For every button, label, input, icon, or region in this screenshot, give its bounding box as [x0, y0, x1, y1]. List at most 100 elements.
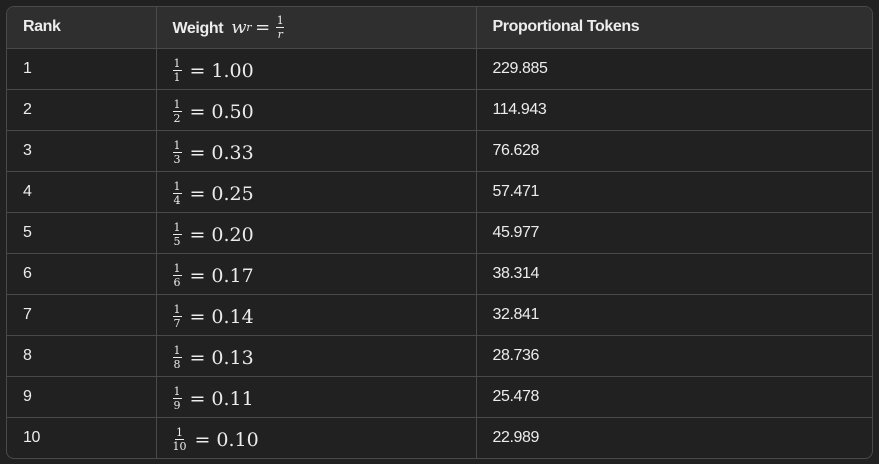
tokens-cell: 76.628 — [476, 130, 872, 172]
rank-cell: 1 — [7, 48, 157, 90]
equals-sign: = — [189, 59, 206, 82]
equals-sign: = — [189, 346, 206, 369]
weight-formula: 1 6 = 0.17 — [172, 262, 254, 289]
weight-formula: 1 2 = 0.50 — [172, 98, 254, 125]
fraction-numerator: 1 — [172, 385, 182, 399]
header-rank: Rank — [7, 7, 157, 49]
weight-cell: 1 1 = 1.00 — [156, 48, 477, 90]
weight-value: 0.33 — [211, 141, 254, 164]
tokens-cell: 38.314 — [476, 253, 872, 295]
fraction-numerator: 1 — [172, 262, 182, 276]
weight-value: 1.00 — [211, 59, 254, 82]
weight-symbol: w — [231, 16, 247, 38]
table-container: Rank Weight wr = 1 r Proportional Tokens — [6, 6, 873, 459]
rank-cell: 2 — [7, 89, 157, 131]
header-fraction-denominator: r — [277, 27, 283, 41]
rank-cell: 6 — [7, 253, 157, 295]
weight-formula: 1 7 = 0.14 — [172, 303, 254, 330]
table-row: 9 1 9 = 0.11 25.478 — [7, 376, 872, 418]
tokens-cell: 22.989 — [492, 428, 540, 446]
tokens-cell: 57.471 — [476, 171, 872, 213]
weight-subscript: r — [246, 20, 252, 34]
weight-formula: 1 5 = 0.20 — [172, 221, 254, 248]
weight-fraction: 1 4 — [172, 180, 182, 207]
equals-sign: = — [189, 141, 206, 164]
fraction-numerator: 1 — [172, 180, 182, 194]
tokens-cell: 25.478 — [476, 376, 872, 418]
tokens-cell: 114.943 — [476, 89, 872, 131]
fraction-denominator: 2 — [173, 112, 181, 125]
weight-cell: 1 7 = 0.14 — [156, 294, 477, 336]
fraction-denominator: 3 — [173, 153, 181, 166]
equals-sign: = — [189, 387, 206, 410]
fraction-numerator: 1 — [172, 344, 182, 358]
header-fraction: 1 r — [275, 13, 285, 41]
weight-cell: 1 8 = 0.13 — [156, 335, 477, 377]
weight-value: 0.50 — [211, 100, 254, 123]
fraction-numerator: 1 — [172, 98, 182, 112]
equals-sign: = — [189, 182, 206, 205]
weight-value: 0.17 — [211, 264, 254, 287]
equals-sign: = — [189, 305, 206, 328]
table-row: 7 1 7 = 0.14 32.841 — [7, 294, 872, 336]
tokens-cell: 45.977 — [476, 212, 872, 254]
weight-formula: 1 8 = 0.13 — [172, 344, 254, 371]
fraction-denominator: 7 — [173, 317, 181, 330]
fraction-denominator: 8 — [173, 358, 181, 371]
equals-sign: = — [194, 428, 211, 451]
header-fraction-numerator: 1 — [275, 13, 285, 28]
weight-cell: 1 4 = 0.25 — [156, 171, 477, 213]
fraction-numerator: 1 — [175, 426, 184, 441]
weight-value: 0.10 — [216, 428, 259, 451]
weight-fraction: 1 5 — [172, 221, 182, 248]
table-row: 4 1 4 = 0.25 57.471 — [7, 171, 872, 213]
weight-cell: 1 10 = 0.10 — [156, 417, 477, 458]
weight-value: 0.13 — [211, 346, 254, 369]
equals-sign: = — [189, 223, 206, 246]
weight-value: 0.20 — [211, 223, 254, 246]
header-tokens: Proportional Tokens — [476, 7, 872, 49]
rank-cell: 3 — [7, 130, 157, 172]
fraction-numerator: 1 — [172, 221, 182, 235]
data-table: Rank Weight wr = 1 r Proportional Tokens — [7, 7, 872, 458]
weight-value: 0.25 — [211, 182, 254, 205]
tokens-cell: 229.885 — [476, 48, 872, 90]
fraction-denominator: 6 — [173, 276, 181, 289]
weight-cell: 1 5 = 0.20 — [156, 212, 477, 254]
fraction-denominator: 10 — [172, 440, 187, 454]
weight-cell: 1 3 = 0.33 — [156, 130, 477, 172]
table-row: 10 1 10 = 0.10 22.989 — [7, 417, 872, 458]
weight-fraction: 1 1 — [172, 58, 182, 83]
rank-cell: 5 — [7, 212, 157, 254]
rank-cell: 4 — [7, 171, 157, 213]
weight-formula: 1 4 = 0.25 — [172, 180, 254, 207]
header-row: Rank Weight wr = 1 r Proportional Tokens — [7, 7, 872, 49]
fraction-denominator: 9 — [173, 399, 181, 412]
rank-cell: 8 — [7, 335, 157, 377]
header-weight-label: Weight — [172, 19, 224, 37]
weight-cell: 1 2 = 0.50 — [156, 89, 477, 131]
tokens-cell: 28.736 — [476, 335, 872, 377]
weight-fraction: 1 10 — [173, 427, 187, 452]
fraction-denominator: 5 — [173, 235, 181, 248]
table-row: 2 1 2 = 0.50 114.943 — [7, 89, 872, 131]
fraction-denominator: 4 — [173, 194, 181, 207]
weight-fraction: 1 8 — [172, 344, 182, 371]
weight-cell: 1 6 = 0.17 — [156, 253, 477, 295]
rank-cell: 9 — [7, 376, 157, 418]
table-row: 1 1 1 = 1.00 229.885 — [7, 48, 872, 90]
weight-fraction: 1 2 — [172, 98, 182, 125]
table-row: 3 1 3 = 0.33 76.628 — [7, 130, 872, 172]
weight-value: 0.14 — [211, 305, 254, 328]
weight-fraction: 1 6 — [172, 262, 182, 289]
fraction-numerator: 1 — [172, 303, 182, 317]
table-row: 5 1 5 = 0.20 45.977 — [7, 212, 872, 254]
weight-fraction: 1 7 — [172, 303, 182, 330]
table-row: 6 1 6 = 0.17 38.314 — [7, 253, 872, 295]
weight-cell: 1 9 = 0.11 — [156, 376, 477, 418]
rank-cell: 10 — [7, 417, 157, 458]
weight-formula: 1 3 = 0.33 — [172, 139, 254, 166]
table-header: Rank Weight wr = 1 r Proportional Tokens — [7, 7, 872, 49]
fraction-numerator: 1 — [172, 139, 182, 153]
tokens-cell: 32.841 — [476, 294, 872, 336]
